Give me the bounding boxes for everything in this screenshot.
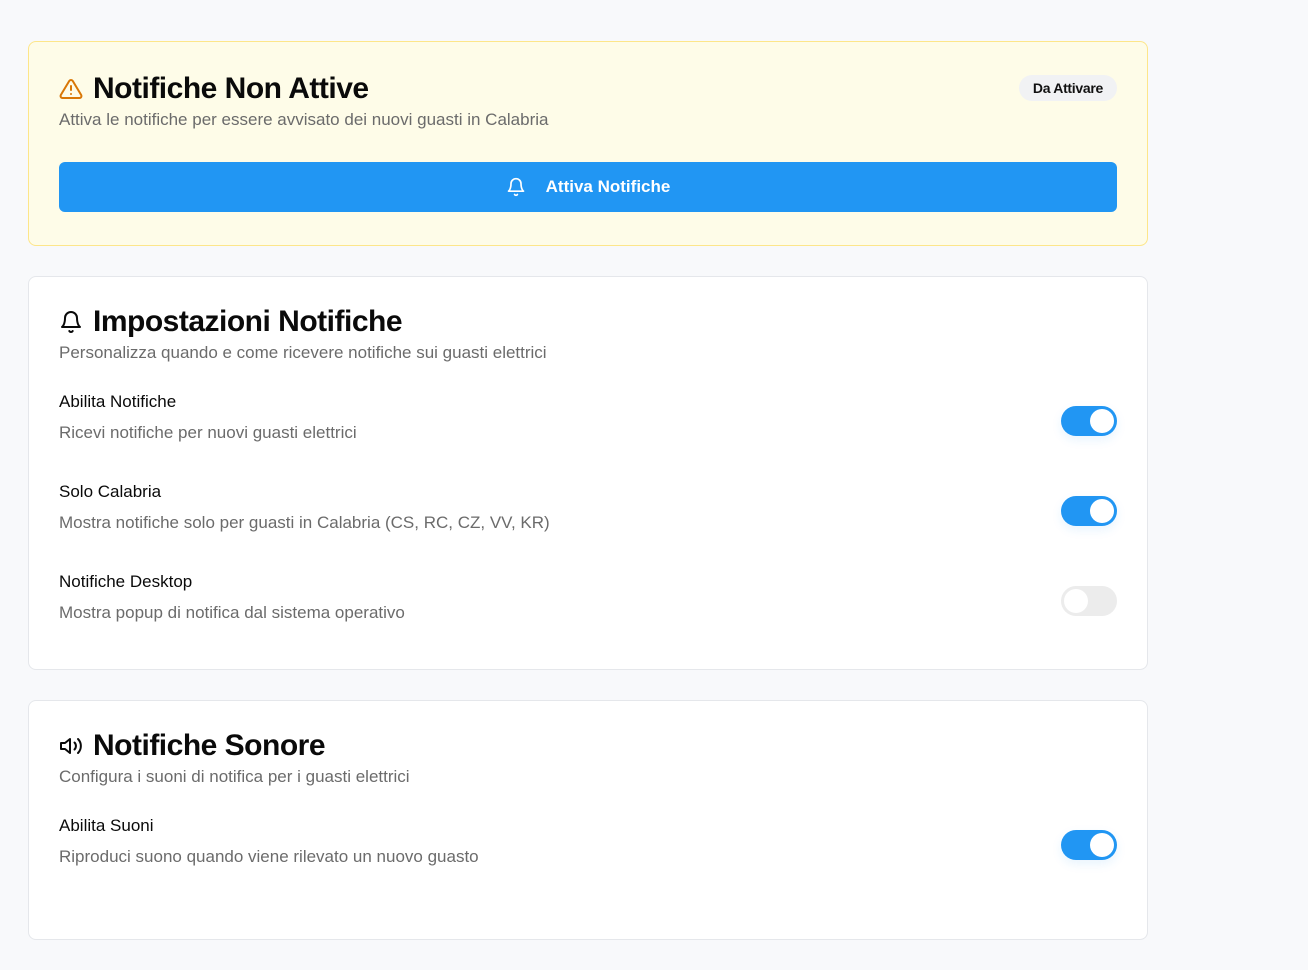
setting-label: Notifiche Desktop [59,572,193,591]
card-title: Notifiche Non Attive [93,72,369,105]
toggle-knob [1090,409,1114,433]
toggle-knob [1090,833,1114,857]
setting-only-calabria: Solo Calabria Mostra notifiche solo per … [59,480,1117,570]
setting-label: Abilita Notifiche [59,392,177,411]
setting-description: Ricevi notifiche per nuovi guasti elettr… [59,423,357,442]
card-header: Notifiche Sonore [59,726,1117,766]
only-calabria-toggle[interactable] [1061,496,1117,526]
setting-label: Solo Calabria [59,482,162,501]
settings-list: Abilita Notifiche Ricevi notifiche per n… [59,390,1117,660]
setting-description: Mostra popup di notifica dal sistema ope… [59,603,405,622]
enable-notifications-toggle[interactable] [1061,406,1117,436]
card-header: Notifiche Non Attive Da Attivare [59,69,1117,109]
speaker-icon [59,734,83,758]
card-subtitle: Attiva le notifiche per essere avvisato … [59,110,549,129]
enable-sounds-toggle[interactable] [1061,830,1117,860]
sound-notifications-card: Notifiche Sonore Configura i suoni di no… [28,700,1148,940]
card-header: Impostazioni Notifiche [59,302,1117,342]
bell-icon [59,310,83,334]
card-subtitle: Personalizza quando e come ricevere noti… [59,343,547,362]
card-subtitle: Configura i suoni di notifica per i guas… [59,767,410,786]
card-title: Notifiche Sonore [93,729,326,762]
button-label: Attiva Notifiche [545,177,671,196]
setting-enable-sounds: Abilita Suoni Riproduci suono quando vie… [59,814,1117,904]
toggle-knob [1090,499,1114,523]
desktop-notifications-toggle[interactable] [1061,586,1117,616]
setting-enable-notifications: Abilita Notifiche Ricevi notifiche per n… [59,390,1117,480]
card-title: Impostazioni Notifiche [93,305,403,338]
notifications-inactive-card: Notifiche Non Attive Da Attivare Attiva … [28,41,1148,246]
notification-settings-card: Impostazioni Notifiche Personalizza quan… [28,276,1148,670]
setting-description: Mostra notifiche solo per guasti in Cala… [59,513,550,532]
setting-label: Abilita Suoni [59,816,154,835]
warning-triangle-icon [59,77,83,101]
sound-settings-list: Abilita Suoni Riproduci suono quando vie… [59,814,1117,904]
bell-icon [506,177,526,197]
status-badge: Da Attivare [1018,75,1117,101]
notification-settings-page: Notifiche Non Attive Da Attivare Attiva … [28,41,1148,970]
setting-desktop-notifications: Notifiche Desktop Mostra popup di notifi… [59,570,1117,660]
activate-notifications-button[interactable]: Attiva Notifiche [59,162,1117,212]
setting-description: Riproduci suono quando viene rilevato un… [59,847,479,866]
toggle-knob [1064,589,1088,613]
